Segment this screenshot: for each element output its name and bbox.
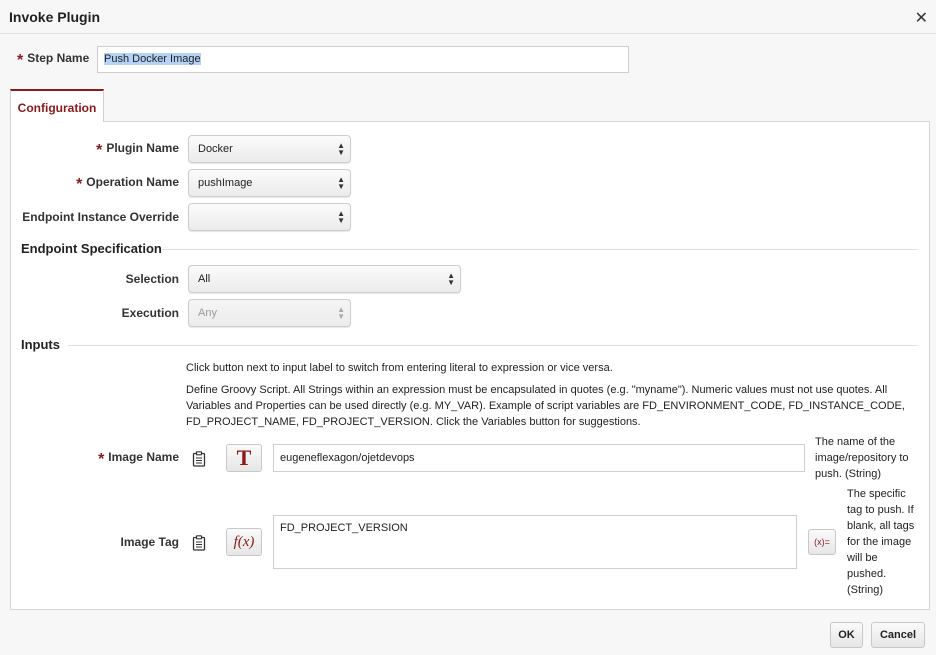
updown-arrows-icon: ▲ ▼: [337, 305, 345, 321]
tab-configuration[interactable]: Configuration: [10, 89, 104, 122]
close-icon[interactable]: ✕: [915, 8, 928, 28]
divider: [162, 249, 918, 250]
updown-arrows-icon: ▲ ▼: [337, 141, 345, 157]
step-name-value: Push Docker Image: [104, 53, 201, 65]
divider: [68, 345, 918, 346]
required-marker: *: [76, 176, 83, 193]
operation-name-select[interactable]: pushImage ▲ ▼: [188, 169, 351, 197]
inputs-help-text: Click button next to input label to swit…: [186, 362, 613, 374]
ok-button[interactable]: OK: [830, 622, 863, 648]
dialog-titlebar: Invoke Plugin ✕: [0, 0, 936, 34]
operation-name-value: pushImage: [198, 177, 253, 189]
dialog-title: Invoke Plugin: [9, 9, 101, 25]
image-name-description: The name of the image/repository to push…: [815, 436, 909, 480]
cancel-button[interactable]: Cancel: [871, 622, 925, 648]
selection-value: All: [198, 273, 211, 285]
literal-mode-button[interactable]: T: [226, 444, 262, 472]
variables-button[interactable]: (x)=: [808, 529, 836, 555]
required-marker: *: [96, 142, 103, 159]
expression-mode-button[interactable]: f(x): [226, 528, 262, 556]
selection-select[interactable]: All ▲ ▼: [188, 265, 461, 293]
updown-arrows-icon: ▲ ▼: [337, 175, 345, 191]
inputs-heading: Inputs: [21, 337, 60, 352]
required-marker: *: [98, 451, 105, 468]
plugin-name-value: Docker: [198, 143, 233, 155]
endpoint-override-label: Endpoint Instance Override: [22, 210, 179, 224]
clipboard-icon[interactable]: [192, 451, 206, 467]
execution-label: Execution: [121, 306, 179, 320]
image-name-input[interactable]: eugeneflexagon/ojetdevops: [273, 444, 805, 472]
endpoint-override-select[interactable]: ▲ ▼: [188, 203, 351, 231]
updown-arrows-icon: ▲ ▼: [337, 209, 345, 225]
image-tag-textarea[interactable]: FD_PROJECT_VERSION: [273, 515, 797, 569]
operation-name-label: * Operation Name: [76, 175, 179, 193]
updown-arrows-icon: ▲ ▼: [447, 271, 455, 287]
plugin-name-select[interactable]: Docker ▲ ▼: [188, 135, 351, 163]
image-tag-label: Image Tag: [120, 535, 179, 549]
image-name-label: * Image Name: [98, 450, 179, 468]
step-name-input[interactable]: Push Docker Image: [97, 46, 629, 73]
image-tag-description: The specific tag to push. If blank, all …: [847, 488, 915, 596]
selection-label: Selection: [125, 272, 179, 286]
required-marker: *: [17, 52, 24, 69]
execution-select: Any ▲ ▼: [188, 299, 351, 327]
execution-value: Any: [198, 307, 217, 319]
step-name-label: * Step Name: [17, 51, 90, 69]
endpoint-spec-heading: Endpoint Specification: [21, 241, 162, 256]
clipboard-icon[interactable]: [192, 535, 206, 551]
groovy-help-text: Define Groovy Script. All Strings within…: [186, 384, 905, 428]
plugin-name-label: * Plugin Name: [96, 141, 179, 159]
